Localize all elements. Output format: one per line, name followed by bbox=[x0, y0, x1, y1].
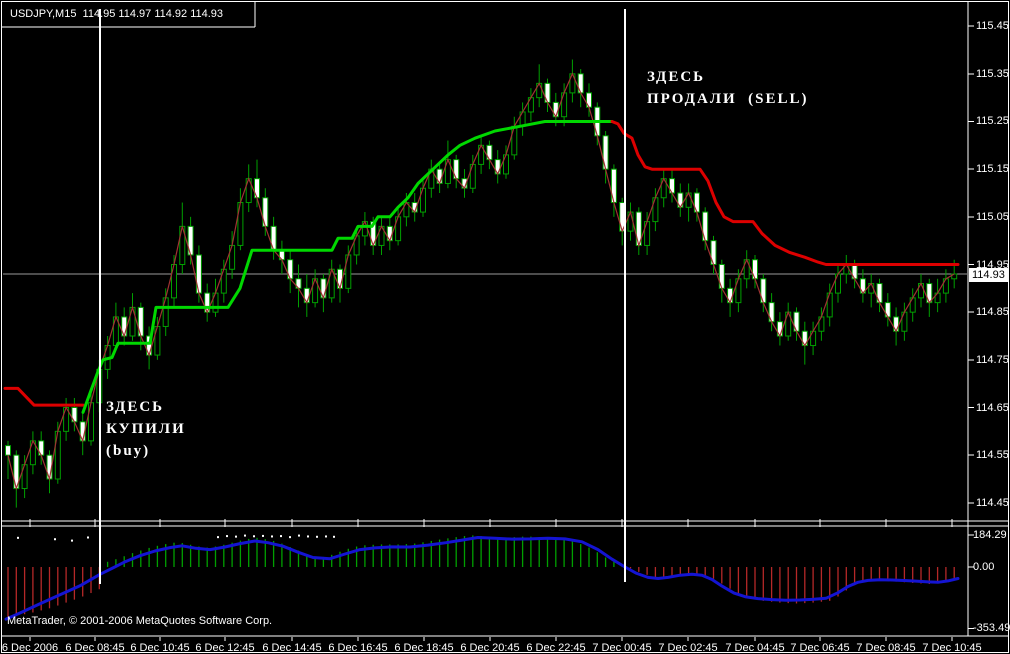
indicator-dot bbox=[54, 538, 56, 540]
indicator-histogram bbox=[8, 535, 954, 616]
price-axis-label: 114.85 bbox=[976, 306, 1009, 318]
indicator-dot bbox=[217, 536, 219, 538]
buy-annotation: ЗДЕСЬКУПИЛИ(buy) bbox=[106, 396, 186, 462]
current-price-tag: 114.93 bbox=[969, 268, 1008, 282]
trend-line-down bbox=[5, 388, 83, 405]
copyright-text: MetaTrader, © 2001-2006 MetaQuotes Softw… bbox=[7, 615, 272, 627]
indicator-dot bbox=[280, 535, 282, 537]
price-axis-label: 114.55 bbox=[976, 449, 1009, 461]
indicator-dot bbox=[271, 535, 273, 537]
indicator-axis-label: 0.00 bbox=[973, 561, 994, 573]
chart-canvas[interactable] bbox=[0, 0, 1010, 654]
sell-annotation: ЗДЕСЬПРОДАЛИ (SELL) bbox=[647, 66, 809, 110]
chart-title: USDJPY,M15 114.95 114.97 114.92 114.93 bbox=[10, 8, 223, 20]
sell-annotation-line: ЗДЕСЬ bbox=[647, 66, 809, 88]
time-axis-label: 7 Dec 10:45 bbox=[912, 642, 992, 654]
price-axis-label: 115.35 bbox=[976, 68, 1009, 80]
price-axis-label: 115.05 bbox=[976, 211, 1009, 223]
buy-annotation-line: (buy) bbox=[106, 440, 186, 462]
indicator-dot bbox=[253, 535, 255, 537]
price-axis-label: 115.15 bbox=[976, 163, 1009, 175]
price-axis-label: 114.45 bbox=[976, 497, 1009, 509]
buy-annotation-line: КУПИЛИ bbox=[106, 418, 186, 440]
price-axis-label: 114.75 bbox=[976, 354, 1009, 366]
price-axis-label: 115.25 bbox=[976, 115, 1009, 127]
indicator-dot bbox=[226, 535, 228, 537]
buy-annotation-line: ЗДЕСЬ bbox=[106, 396, 186, 418]
indicator-dot bbox=[316, 536, 318, 538]
indicator-dot bbox=[307, 535, 309, 537]
indicator-dot bbox=[325, 535, 327, 537]
indicator-dot bbox=[289, 536, 291, 538]
sell-annotation-line: ПРОДАЛИ (SELL) bbox=[647, 88, 809, 110]
indicator-dot bbox=[262, 535, 264, 537]
indicator-axis-label: 184.29 bbox=[973, 529, 1007, 541]
bear-candle bbox=[6, 446, 11, 456]
indicator-axis-label: -353.49 bbox=[973, 622, 1010, 634]
price-axis-label: 114.65 bbox=[976, 402, 1009, 414]
indicator-dot bbox=[298, 535, 300, 537]
indicator-dot bbox=[87, 536, 89, 538]
metatrader-chart-window: USDJPY,M15 114.95 114.97 114.92 114.93 З… bbox=[0, 0, 1010, 654]
indicator-dot bbox=[71, 540, 73, 542]
indicator-dot bbox=[244, 535, 246, 537]
price-axis-label: 115.45 bbox=[976, 20, 1009, 32]
indicator-dot bbox=[333, 536, 335, 538]
indicator-dot bbox=[235, 536, 237, 538]
indicator-dot bbox=[17, 537, 19, 539]
